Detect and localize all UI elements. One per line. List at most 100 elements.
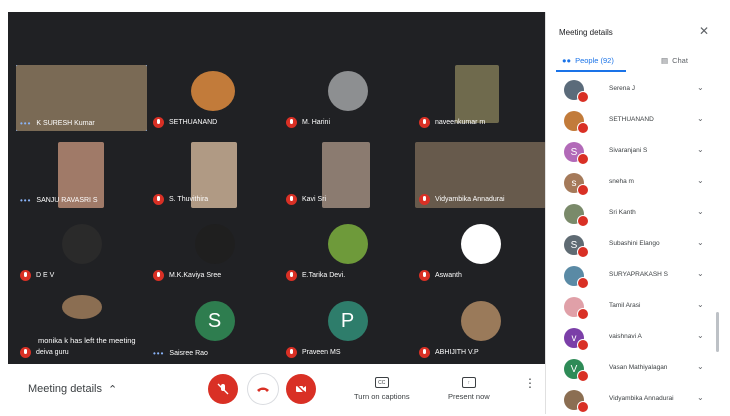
chevron-down-icon[interactable]: ⌄: [697, 207, 704, 216]
leave-call-button[interactable]: [248, 374, 278, 404]
participant-avatar: S: [194, 301, 235, 341]
participant-name-tag: ABHIJITH V.P: [419, 347, 479, 358]
participant-tile[interactable]: SETHUANAND: [149, 65, 280, 131]
participant-row[interactable]: Tamil Arasi ⌄: [546, 291, 720, 322]
participant-name: D E V: [36, 272, 55, 279]
participant-name-tag: S. Thuvithira: [153, 194, 208, 205]
participant-tile[interactable]: Aswanth: [415, 218, 546, 284]
participant-name-tag: M.K.Kaviya Sree: [153, 270, 221, 281]
participant-name-tag: ••• Saisree Rao: [153, 349, 208, 358]
hang-up-icon: [257, 387, 269, 392]
chevron-down-icon[interactable]: ⌄: [697, 114, 704, 123]
participant-row[interactable]: v vaishnavi A ⌄: [546, 322, 720, 353]
more-options-icon[interactable]: ⋮: [524, 377, 536, 389]
participant-tile[interactable]: Kavi Sri: [282, 142, 413, 208]
muted-mic-icon: [419, 270, 430, 281]
left-meeting-toast: monika k has left the meeting: [34, 334, 140, 347]
chevron-down-icon[interactable]: ⌄: [697, 331, 704, 340]
chevron-down-icon[interactable]: ⌄: [697, 176, 704, 185]
muted-mic-icon: [419, 117, 430, 128]
close-icon[interactable]: ✕: [699, 24, 709, 38]
bottom-toolbar: Meeting details ⌃ CC Turn on captions ↑ …: [8, 364, 545, 414]
tab-chat[interactable]: ▤ Chat: [661, 56, 688, 65]
participant-tile[interactable]: D E V: [16, 218, 147, 284]
participant-tile[interactable]: M. Harini: [282, 65, 413, 131]
chevron-down-icon[interactable]: ⌄: [697, 362, 704, 371]
participant-name: SETHUANAND: [169, 119, 218, 126]
meet-window: ••• K SURESH Kumar SETHUANAND M. Harini nave…: [8, 12, 720, 414]
mic-off-button[interactable]: [208, 374, 238, 404]
muted-mic-icon: [153, 194, 164, 205]
camera-off-button[interactable]: [286, 374, 316, 404]
muted-mic-icon: [577, 339, 589, 351]
chevron-up-icon: ⌃: [108, 383, 118, 396]
panel-title: Meeting details: [559, 28, 613, 37]
participant-name: naveenkumar m: [435, 119, 486, 126]
participant-name: SETHUANAND: [609, 116, 654, 123]
active-tab-indicator: [556, 70, 626, 72]
participant-row[interactable]: V Vasan Mathiyalagan ⌄: [546, 353, 720, 384]
participant-tile[interactable]: M.K.Kaviya Sree: [149, 218, 280, 284]
muted-mic-icon: [577, 370, 589, 382]
participant-row[interactable]: Sri Kanth ⌄: [546, 198, 720, 229]
participant-video: [62, 295, 102, 319]
present-now-button[interactable]: ↑ Present now: [448, 377, 490, 401]
panel-scrollbar[interactable]: [716, 312, 719, 352]
chevron-down-icon[interactable]: ⌄: [697, 393, 704, 402]
chevron-down-icon[interactable]: ⌄: [697, 238, 704, 247]
muted-mic-icon: [577, 308, 589, 320]
participant-tile[interactable]: P Praveen MS: [282, 295, 413, 361]
participant-avatar: P: [327, 301, 368, 341]
participant-tile[interactable]: ••• K SURESH Kumar: [16, 65, 147, 131]
participant-tile[interactable]: ABHIJITH V.P: [415, 295, 546, 361]
participant-name-tag: Aswanth: [419, 270, 462, 281]
participant-name: M. Harini: [302, 119, 331, 126]
participant-name-tag: M. Harini: [286, 117, 330, 128]
muted-mic-icon: [286, 270, 297, 281]
meeting-details-button[interactable]: Meeting details ⌃: [28, 383, 168, 396]
participant-list: Serena J ⌄ SETHUANAND ⌄ S Sivaranjani S ⌄ s sneh…: [546, 74, 720, 414]
participant-video: [322, 142, 370, 208]
participant-row[interactable]: SETHUANAND ⌄: [546, 105, 720, 136]
participant-tile[interactable]: deiva guru: [16, 295, 147, 361]
participant-tile[interactable]: ••• SANJU RAVASRI S: [16, 142, 147, 208]
participant-video: [461, 301, 501, 341]
chevron-down-icon[interactable]: ⌄: [697, 269, 704, 278]
meeting-details-panel: Meeting details ✕ ●● People (92) ▤ Chat …: [545, 12, 720, 414]
participant-row[interactable]: S Sivaranjani S ⌄: [546, 136, 720, 167]
participant-video: [191, 71, 235, 111]
participant-row[interactable]: s sneha m ⌄: [546, 167, 720, 198]
mic-off-icon: [217, 383, 229, 395]
participant-name: M.K.Kaviya Sree: [169, 272, 222, 279]
chevron-down-icon[interactable]: ⌄: [697, 300, 704, 309]
participant-name: S. Thuvithira: [169, 196, 209, 203]
participant-name: Sivaranjani S: [609, 147, 648, 154]
participant-row[interactable]: Serena J ⌄: [546, 74, 720, 105]
participant-tile[interactable]: E.Tarika Devi.: [282, 218, 413, 284]
camera-off-icon: [295, 383, 307, 395]
participant-row[interactable]: SURYAPRAKASH S ⌄: [546, 260, 720, 291]
muted-mic-icon: [577, 91, 589, 103]
meeting-details-label: Meeting details: [28, 383, 102, 395]
participant-tile[interactable]: S. Thuvithira: [149, 142, 280, 208]
captions-icon: CC: [374, 377, 389, 388]
participant-tile[interactable]: S ••• Saisree Rao: [149, 295, 280, 361]
speaking-indicator-icon: •••: [20, 119, 32, 128]
captions-button[interactable]: CC Turn on captions: [354, 377, 410, 401]
chevron-down-icon[interactable]: ⌄: [697, 83, 704, 92]
participant-name: E.Tarika Devi.: [302, 272, 346, 279]
participant-tile[interactable]: naveenkumar m: [415, 65, 546, 131]
muted-mic-icon: [286, 194, 297, 205]
participant-name: vaishnavi A: [609, 333, 642, 340]
muted-mic-icon: [419, 347, 430, 358]
participant-row[interactable]: S Subashini Elango ⌄: [546, 229, 720, 260]
muted-mic-icon: [20, 347, 31, 358]
muted-mic-icon: [286, 347, 297, 358]
participant-tile[interactable]: Vidyambika Annadurai: [415, 142, 546, 208]
tab-people[interactable]: ●● People (92): [562, 56, 614, 65]
participant-row[interactable]: Vidyambika Annadurai ⌄: [546, 384, 720, 414]
participant-name-tag: ••• K SURESH Kumar: [20, 119, 95, 128]
people-icon: ●●: [562, 56, 572, 65]
chevron-down-icon[interactable]: ⌄: [697, 145, 704, 154]
participant-name: SANJU RAVASRI S: [36, 197, 98, 204]
